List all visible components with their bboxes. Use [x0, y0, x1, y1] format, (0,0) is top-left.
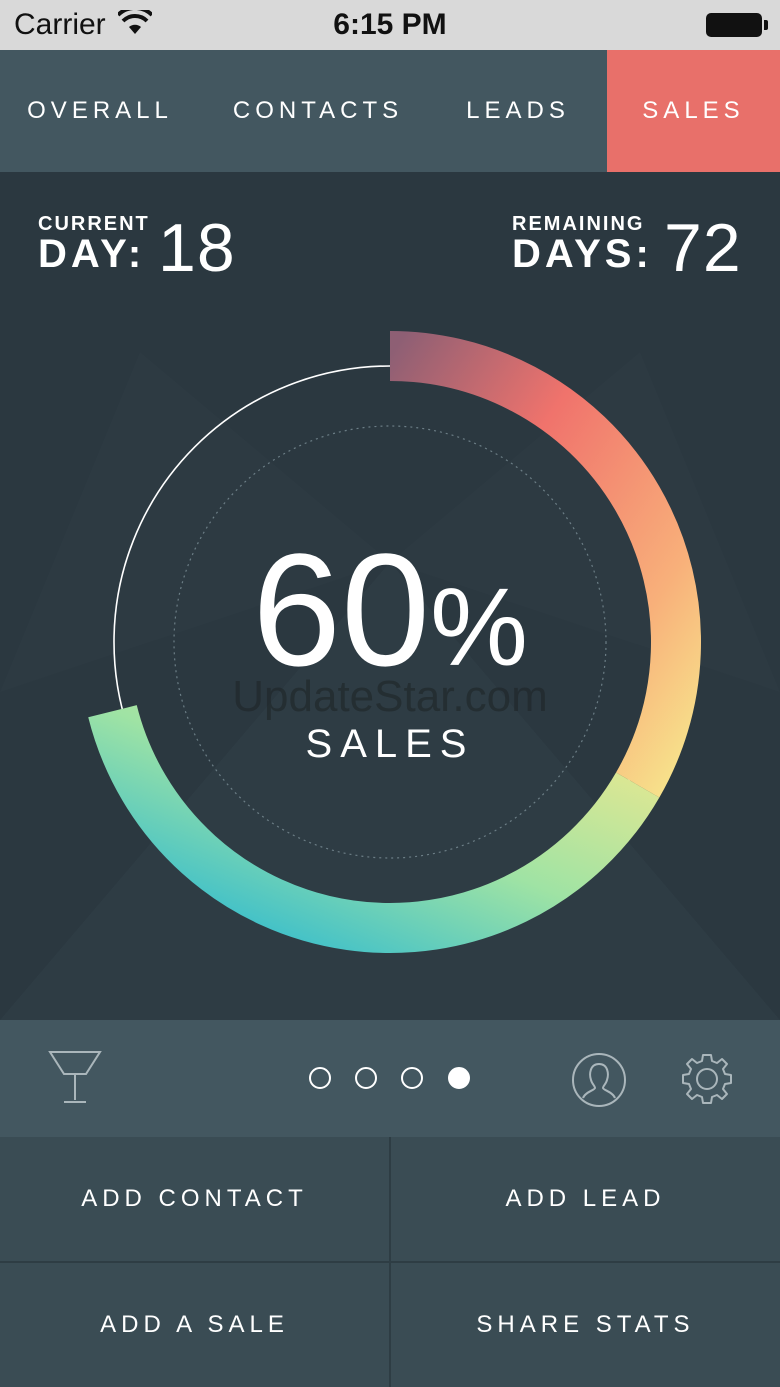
- tab-contacts[interactable]: CONTACTS: [218, 50, 418, 172]
- add-contact-button[interactable]: ADD CONTACT: [0, 1137, 389, 1261]
- tab-overall[interactable]: OVERALL: [0, 50, 200, 172]
- trophy-icon[interactable]: [46, 1050, 104, 1111]
- gear-icon[interactable]: [680, 1052, 734, 1111]
- add-sale-button[interactable]: ADD A SALE: [0, 1263, 389, 1387]
- share-stats-button[interactable]: SHARE STATS: [391, 1263, 780, 1387]
- progress-unit: %: [430, 566, 528, 689]
- tab-bar: OVERALL CONTACTS LEADS SALES: [0, 50, 780, 172]
- page-dot[interactable]: [309, 1067, 331, 1089]
- battery-icon: [706, 13, 768, 37]
- page-dot[interactable]: [355, 1067, 377, 1089]
- status-time: 6:15 PM: [333, 8, 447, 41]
- tab-leads[interactable]: LEADS: [434, 50, 602, 172]
- progress-label: SALES: [305, 722, 475, 766]
- bottom-toolbar: [0, 1020, 780, 1137]
- progress-number: 60: [252, 520, 431, 699]
- status-bar: Carrier 6:15 PM: [0, 0, 780, 50]
- action-grid: ADD CONTACT ADD LEAD ADD A SALE SHARE ST…: [0, 1137, 780, 1387]
- page-dot-active[interactable]: [448, 1067, 470, 1089]
- add-lead-button[interactable]: ADD LEAD: [391, 1137, 780, 1261]
- profile-icon[interactable]: [571, 1052, 627, 1113]
- progress-value: 60%: [0, 530, 780, 708]
- sales-dashboard: CURRENT DAY: 18 REMAINING DAYS: 72 Updat: [0, 172, 780, 1020]
- horizontal-divider: [0, 1261, 780, 1263]
- tab-sales[interactable]: SALES: [607, 50, 780, 172]
- page-dot[interactable]: [401, 1067, 423, 1089]
